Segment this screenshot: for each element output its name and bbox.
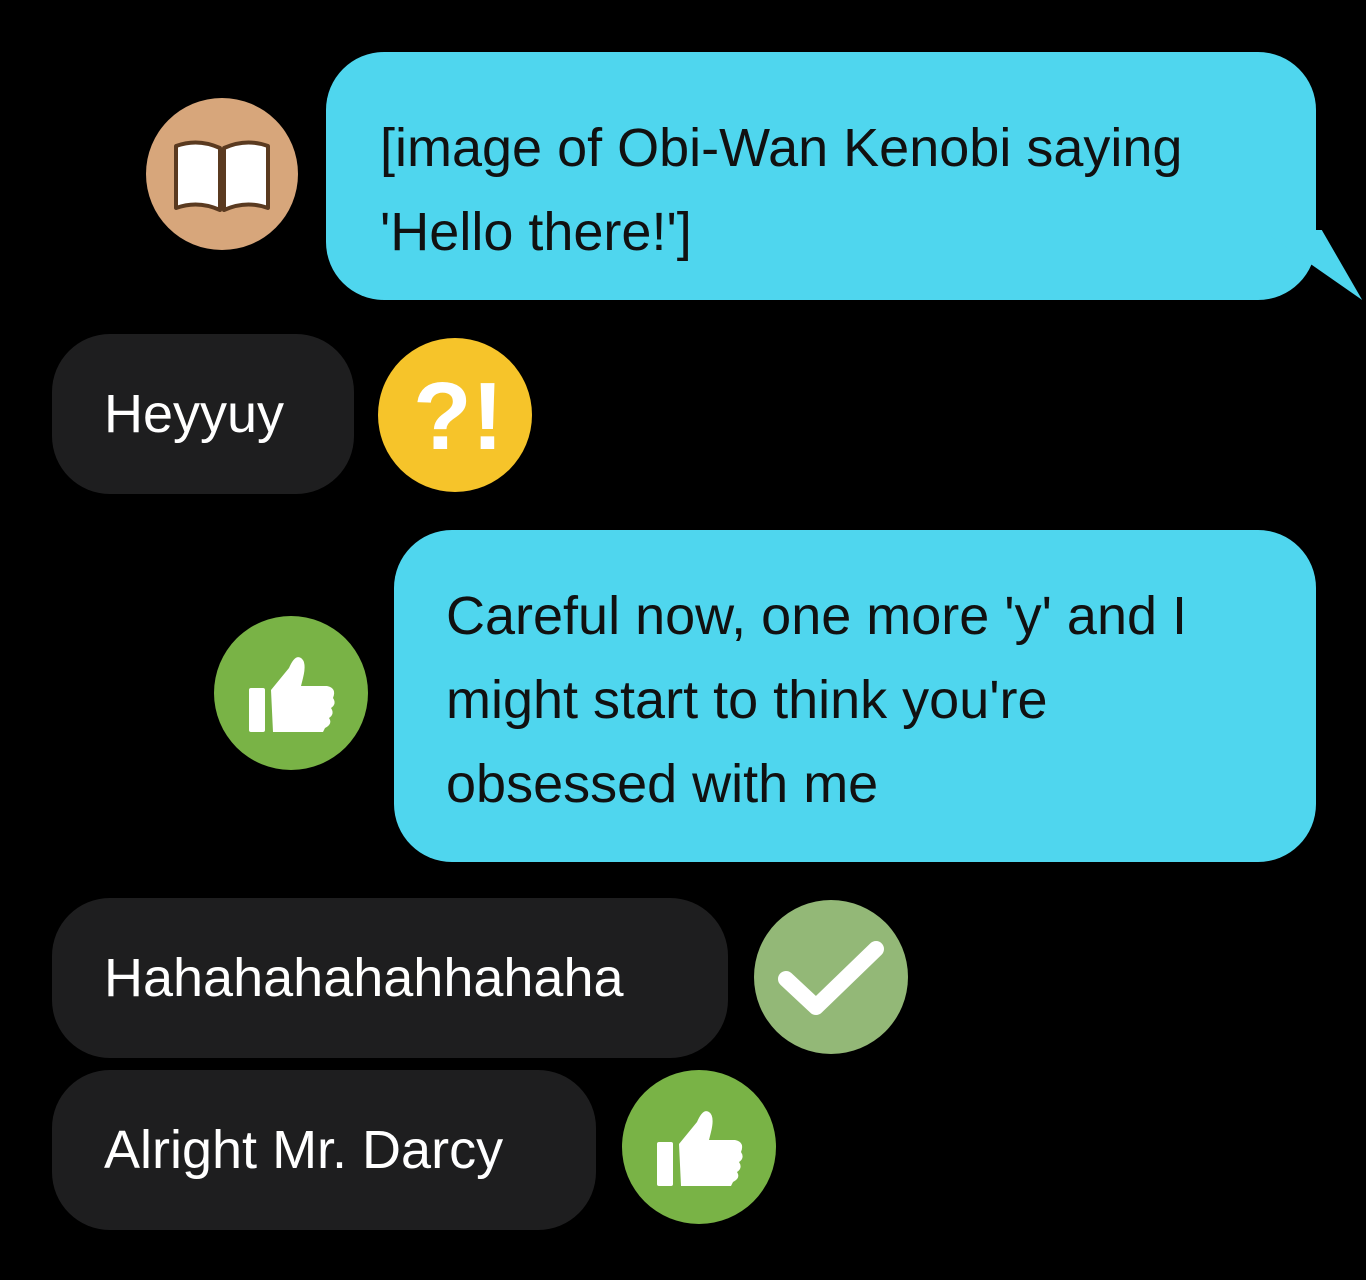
message-text: Hahahahahahhahaha <box>104 948 624 1008</box>
message-bubble-outgoing[interactable]: Careful now, one more 'y' and I might st… <box>394 530 1316 862</box>
book-icon <box>174 140 270 212</box>
reaction-badge[interactable] <box>146 98 298 250</box>
thumbs-up-icon <box>249 657 335 732</box>
message-bubble-incoming[interactable]: Hahahahahahhahaha <box>52 898 728 1058</box>
message-text: Careful now, one more 'y' and I might st… <box>446 586 1188 814</box>
thumbs-up-icon <box>657 1111 743 1186</box>
message-bubble-incoming[interactable]: Alright Mr. Darcy <box>52 1070 596 1230</box>
svg-text:?!: ?! <box>413 365 503 465</box>
reaction-badge[interactable] <box>214 616 368 770</box>
message-bubble-outgoing[interactable]: [image of Obi-Wan Kenobi saying 'Hello t… <box>326 52 1316 300</box>
reaction-badge[interactable] <box>622 1070 776 1224</box>
interrobang-icon: ?! <box>413 365 503 465</box>
message-text: Heyyuy <box>104 384 285 444</box>
reaction-badge[interactable]: ?! <box>378 338 532 492</box>
reaction-badge[interactable] <box>754 900 908 1054</box>
message-thread: [image of Obi-Wan Kenobi saying 'Hello t… <box>0 0 1366 1280</box>
message-text: [image of Obi-Wan Kenobi saying 'Hello t… <box>380 118 1183 262</box>
message-bubble-incoming[interactable]: Heyyuy <box>52 334 354 494</box>
message-text: Alright Mr. Darcy <box>104 1120 504 1180</box>
checkmark-icon <box>778 941 884 1015</box>
